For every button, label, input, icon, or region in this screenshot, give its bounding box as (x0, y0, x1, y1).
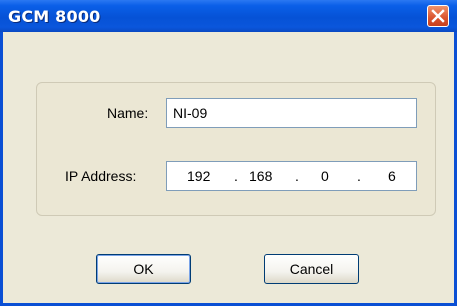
name-field[interactable]: NI-09 (166, 98, 417, 128)
ip-address-label: IP Address: (65, 168, 137, 184)
ip-dot-3: . (357, 168, 361, 184)
name-label: Name: (107, 105, 149, 121)
ip-octet-1[interactable]: 192 (187, 168, 210, 184)
window-title: GCM 8000 (8, 7, 101, 26)
dialog-window: GCM 8000 Name: NI-09 IP Address: 192 . 1… (0, 0, 457, 306)
ok-button[interactable]: OK (96, 254, 191, 284)
dialog-body: Name: NI-09 IP Address: 192 . 168 . 0 . … (3, 32, 454, 303)
ip-address-field[interactable]: 192 . 168 . 0 . 6 (166, 161, 417, 191)
name-value: NI-09 (173, 105, 208, 121)
ip-dot-2: . (295, 168, 299, 184)
title-bar[interactable]: GCM 8000 (0, 0, 457, 32)
cancel-button[interactable]: Cancel (264, 254, 359, 284)
ip-dot-1: . (234, 168, 238, 184)
ip-octet-2[interactable]: 168 (249, 168, 272, 184)
close-button[interactable] (427, 5, 449, 27)
ip-octet-3[interactable]: 0 (321, 168, 329, 184)
close-icon (431, 9, 445, 23)
ip-octet-4[interactable]: 6 (388, 168, 396, 184)
